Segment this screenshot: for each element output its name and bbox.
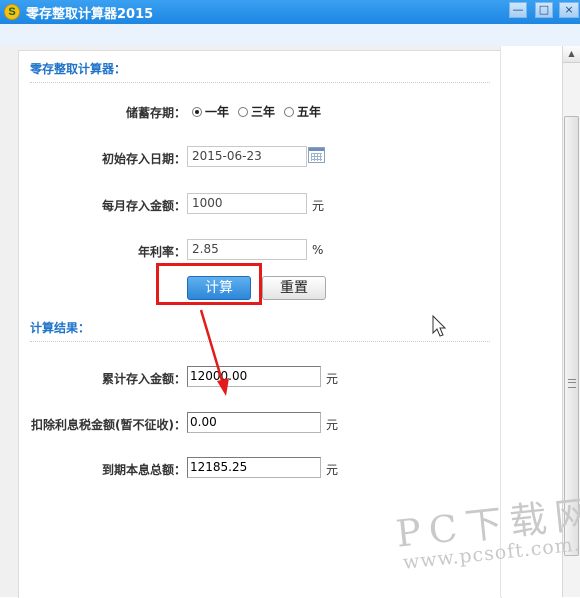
mouse-cursor-icon (432, 314, 447, 337)
annotation-arrow-icon (199, 309, 229, 396)
